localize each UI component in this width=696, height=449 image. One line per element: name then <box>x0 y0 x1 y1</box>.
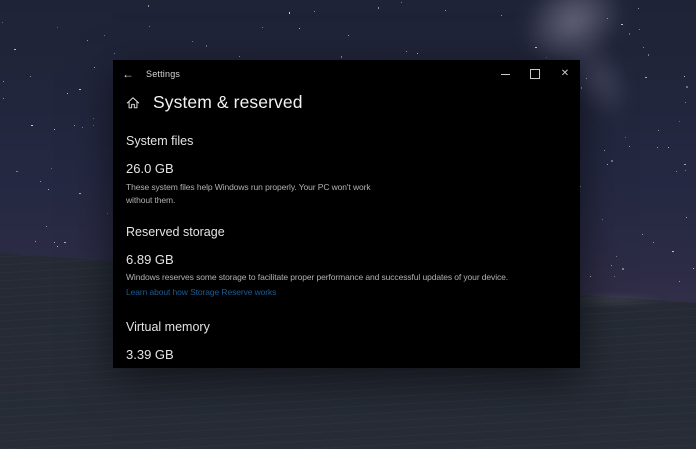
desktop: ← Settings ✕ System & reserved System fi… <box>0 0 696 449</box>
page-header: System & reserved <box>126 92 303 113</box>
titlebar: ← Settings ✕ <box>113 60 580 88</box>
storage-reserve-link[interactable]: Learn about how Storage Reserve works <box>126 287 276 297</box>
section-title-system-files: System files <box>126 134 194 148</box>
close-icon: ✕ <box>560 68 570 79</box>
settings-window: ← Settings ✕ System & reserved System fi… <box>113 60 580 368</box>
window-title: Settings <box>146 69 181 79</box>
reserved-storage-size: 6.89 GB <box>126 252 174 267</box>
minimize-button[interactable] <box>490 60 520 88</box>
minimize-icon <box>500 73 510 75</box>
system-files-size: 26.0 GB <box>126 161 174 176</box>
back-arrow-icon: ← <box>122 67 134 81</box>
back-button[interactable]: ← <box>113 60 143 88</box>
section-title-reserved-storage: Reserved storage <box>126 225 225 239</box>
section-title-virtual-memory: Virtual memory <box>126 320 210 334</box>
system-files-description: These system files help Windows run prop… <box>126 182 371 205</box>
home-icon <box>126 96 140 108</box>
virtual-memory-size: 3.39 GB <box>126 347 174 362</box>
maximize-icon <box>530 69 540 79</box>
maximize-button[interactable] <box>520 60 550 88</box>
close-button[interactable]: ✕ <box>550 60 580 88</box>
titlebar-drag-area[interactable] <box>180 60 490 88</box>
page-title: System & reserved <box>153 92 303 112</box>
reserved-storage-description: Windows reserves some storage to facilit… <box>126 272 509 282</box>
